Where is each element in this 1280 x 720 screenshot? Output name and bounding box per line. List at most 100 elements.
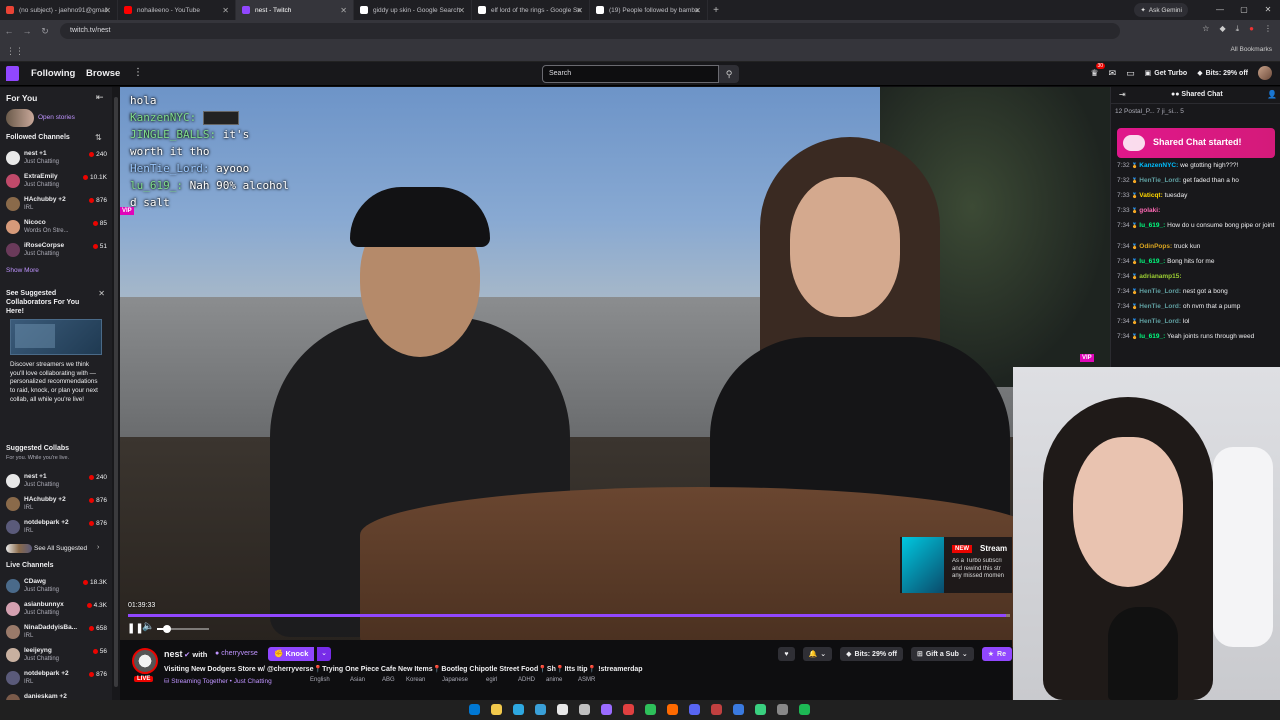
collab-streamer-link[interactable]: ● cherryverse — [215, 650, 258, 657]
taskbar-app-icon[interactable] — [645, 704, 656, 715]
channel-row[interactable]: Nicoco Words On Stre... 85 — [0, 217, 112, 239]
chat-message[interactable]: 7:34 🏅 HenTie_Lord: nest got a bong — [1117, 287, 1277, 297]
stream-category[interactable]: ⛁ Streaming Together • Just Chatting — [164, 677, 272, 685]
taskbar-app-icon[interactable] — [557, 704, 568, 715]
browse-link[interactable]: Browse — [86, 68, 120, 79]
url-field[interactable]: twitch.tv/nest — [60, 23, 1120, 39]
show-more-link[interactable]: Show More — [6, 267, 39, 274]
stream-tag[interactable]: English — [310, 677, 330, 683]
channel-row[interactable]: HAchubby +2 IRL 876 — [0, 194, 112, 216]
inbox-icon[interactable]: ✉ — [1109, 68, 1117, 79]
chat-message[interactable]: 7:33 🏅 Vaticqt: tuesday — [1117, 191, 1277, 201]
chat-username[interactable]: HenTie_Lord: — [1139, 318, 1181, 325]
tab-close-icon[interactable]: ✕ — [340, 6, 347, 15]
chat-username[interactable]: Vaticqt: — [1139, 192, 1162, 199]
taskbar-app-icon[interactable] — [601, 704, 612, 715]
chat-username[interactable]: HenTie_Lord: — [1139, 177, 1181, 184]
follow-heart-button[interactable]: ♥ — [778, 647, 795, 661]
stream-rewind-promo[interactable]: NEW Stream As a Turbo subscri and rewind… — [900, 537, 1012, 593]
streamer-name[interactable]: nest — [164, 649, 183, 659]
channel-row[interactable]: notdebpark +2 IRL 876 — [0, 668, 112, 690]
chat-message[interactable]: 7:34 🏅 OdinPops: truck kun — [1117, 242, 1277, 252]
chat-message[interactable]: 7:34 🏅 lu_619_: Bong hits for me — [1117, 257, 1277, 267]
channel-row[interactable]: danieskam +2 — [0, 691, 112, 700]
stream-tag[interactable]: egirl — [486, 677, 497, 683]
tab-close-icon[interactable]: ✕ — [458, 6, 465, 15]
taskbar-app-icon[interactable] — [667, 704, 678, 715]
taskbar-app-icon[interactable] — [579, 704, 590, 715]
browser-tab[interactable]: elf lord of the rings - Google Se ✕ — [472, 0, 590, 20]
taskbar-app-icon[interactable] — [777, 704, 788, 715]
users-icon[interactable]: 👤 — [1267, 90, 1277, 99]
chat-username[interactable]: golaki: — [1139, 207, 1160, 214]
taskbar-app-icon[interactable] — [469, 704, 480, 715]
more-icon[interactable]: ⋮ — [133, 67, 143, 78]
channel-row[interactable]: leeijeyng Just Chatting 56 — [0, 645, 112, 667]
channel-row[interactable]: ExtraEmily Just Chatting 10.1K — [0, 171, 112, 193]
stream-tag[interactable]: Japanese — [442, 677, 468, 683]
forward-button[interactable]: → — [18, 26, 36, 36]
chat-username[interactable]: adrianamp15: — [1139, 273, 1181, 280]
close-window-button[interactable]: ✕ — [1256, 0, 1280, 20]
collapse-sidebar-icon[interactable]: ⇤ — [96, 92, 104, 103]
knock-dropdown[interactable]: ⌄ — [317, 647, 331, 661]
taskbar-app-icon[interactable] — [733, 704, 744, 715]
browser-tab[interactable]: (no subject) - jaehno91@gmail ✕ — [0, 0, 118, 20]
browser-tab[interactable]: nohaileeno - YouTube ✕ — [118, 0, 236, 20]
chat-message[interactable]: 7:33 🏅 golaki: — [1117, 206, 1277, 216]
chat-username[interactable]: OdinPops: — [1139, 243, 1172, 250]
volume-slider[interactable] — [157, 625, 209, 633]
chat-message[interactable]: 7:34 🏅 adrianamp15: — [1117, 272, 1277, 282]
subscribe-button[interactable]: ★ Re — [981, 647, 1012, 661]
bits-button[interactable]: ◆ Bits: 29% off — [840, 647, 903, 661]
chat-message[interactable]: 7:32 🏅 KanzenNYC: we gtotting high???! — [1117, 161, 1277, 171]
stream-tag[interactable]: Korean — [406, 677, 425, 683]
taskbar-app-icon[interactable] — [623, 704, 634, 715]
gift-sub-button[interactable]: ⊞ Gift a Sub ⌄ — [910, 647, 974, 661]
chat-username[interactable]: HenTie_Lord: — [1139, 288, 1181, 295]
scrollbar-thumb[interactable] — [114, 97, 118, 687]
twitch-logo-icon[interactable] — [6, 66, 19, 81]
bits-button[interactable]: ◆ Bits: 29% off — [1197, 69, 1248, 78]
taskbar-app-icon[interactable] — [535, 704, 546, 715]
reload-button[interactable]: ↻ — [36, 26, 54, 37]
chat-message[interactable]: 7:32 🏅 HenTie_Lord: get faded than a ho — [1117, 176, 1277, 186]
crown-icon[interactable]: ♛ 30 — [1091, 62, 1106, 79]
browser-tab[interactable]: nest - Twitch ✕ — [236, 0, 354, 20]
see-all-suggested-link[interactable]: See All Suggested › — [6, 544, 110, 554]
channel-row[interactable]: NinaDaddyisBa... IRL 658 — [0, 622, 112, 644]
taskbar-app-icon[interactable] — [799, 704, 810, 715]
volume-icon[interactable]: 🔈 — [142, 621, 154, 632]
stream-tag[interactable]: ADHD — [518, 677, 535, 683]
tab-close-icon[interactable]: ✕ — [576, 6, 583, 15]
menu-icon[interactable]: ⋮ — [1264, 24, 1272, 34]
close-icon[interactable]: ✕ — [98, 289, 105, 298]
new-tab-button[interactable]: + — [708, 5, 724, 16]
profile-icon[interactable]: ● — [1249, 24, 1254, 34]
taskbar-app-icon[interactable] — [711, 704, 722, 715]
taskbar-app-icon[interactable] — [513, 704, 524, 715]
channel-row[interactable]: HAchubby +2 IRL 876 — [0, 494, 112, 516]
channel-row[interactable]: nest +1 Just Chatting 240 — [0, 471, 112, 493]
channel-row[interactable]: asianbunnyx Just Chatting 4.3K — [0, 599, 112, 621]
taskbar-app-icon[interactable] — [689, 704, 700, 715]
knock-button[interactable]: ✊ Knock — [268, 647, 315, 661]
tab-close-icon[interactable]: ✕ — [104, 6, 111, 15]
stream-tag[interactable]: anime — [546, 677, 562, 683]
apps-grid-icon[interactable]: ⋮⋮ — [6, 46, 24, 57]
chat-message[interactable]: 7:34 🏅 HenTie_Lord: oh nvm that a pump — [1117, 302, 1277, 312]
chat-username[interactable]: lu_619_: — [1139, 258, 1165, 265]
channel-row[interactable]: CDawg Just Chatting 18.3K — [0, 576, 112, 598]
stream-tag[interactable]: ASMR — [578, 677, 595, 683]
all-bookmarks-link[interactable]: All Bookmarks — [1230, 46, 1272, 53]
chat-message[interactable]: 7:34 🏅 lu_619_: How do u consume bong pip… — [1117, 221, 1277, 231]
sidebar-scrollbar[interactable] — [112, 87, 120, 700]
chat-username[interactable]: lu_619_: — [1139, 333, 1165, 340]
taskbar-app-icon[interactable] — [755, 704, 766, 715]
minimize-button[interactable]: — — [1208, 0, 1232, 20]
channel-row[interactable]: iRoseCorpse Just Chatting 51 — [0, 240, 112, 262]
channel-row[interactable]: nest +1 Just Chatting 240 — [0, 148, 112, 170]
browser-tab[interactable]: (19) People followed by bamba ✕ — [590, 0, 708, 20]
user-avatar[interactable] — [1258, 66, 1272, 80]
chat-message[interactable]: 7:34 🏅 lu_619_: Yeah joints runs through … — [1117, 332, 1277, 342]
